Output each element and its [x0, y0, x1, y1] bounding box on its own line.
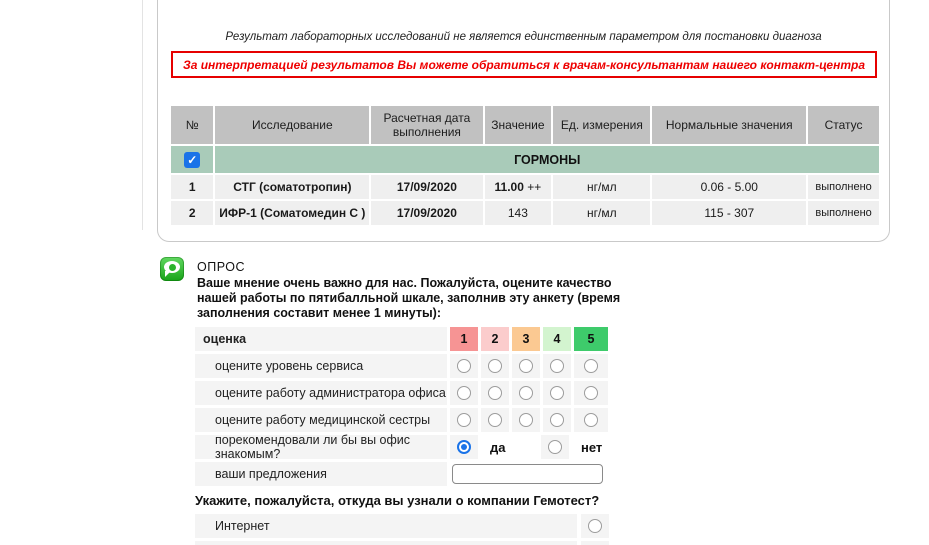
col-normal: Нормальные значения: [652, 106, 806, 144]
row-date: 17/09/2020: [371, 175, 482, 199]
value-flag: ++: [524, 180, 541, 194]
scale-5: 5: [574, 327, 608, 351]
scale-3: 3: [512, 327, 540, 351]
row-num: 1: [171, 175, 213, 199]
scale-1: 1: [450, 327, 478, 351]
survey-intro: Ваше мнение очень важно для нас. Пожалуй…: [197, 276, 629, 321]
value-number: 11.00: [495, 180, 524, 194]
recommend-row: порекомендовали ли бы вы офис знакомым? …: [195, 435, 615, 459]
row-units: нг/мл: [553, 175, 650, 199]
rating-label: оцените работу медицинской сестры: [195, 408, 447, 432]
radio-service-2[interactable]: [488, 359, 502, 373]
rating-row-service: оцените уровень сервиса: [195, 354, 615, 378]
row-test-name: СТГ (соматотропин): [215, 175, 369, 199]
disclaimer-text: Результат лабораторных исследований не я…: [158, 31, 889, 43]
source-question: Укажите, пожалуйста, откуда вы узнали о …: [195, 489, 615, 512]
results-card: Результат лабораторных исследований не я…: [157, 0, 890, 242]
rating-row-nurse: оцените работу медицинской сестры: [195, 408, 615, 432]
col-value: Значение: [485, 106, 552, 144]
source-option-label: Интернет: [195, 514, 577, 538]
group-row-hormones: ГОРМОНЫ: [171, 146, 879, 173]
scale-label: оценка: [195, 327, 447, 351]
row-num: 2: [171, 201, 213, 225]
radio-admin-4[interactable]: [550, 386, 564, 400]
page: Результат лабораторных исследований не я…: [0, 0, 929, 545]
warning-banner: За интерпретацией результатов Вы можете …: [171, 51, 877, 78]
col-status: Статус: [808, 106, 879, 144]
recommend-no-label: нет: [572, 435, 612, 459]
radio-nurse-1[interactable]: [457, 413, 471, 427]
radio-recommend-yes[interactable]: [457, 440, 471, 454]
left-divider: [142, 0, 143, 230]
survey-table: оценка 1 2 3 4 5 оцените уровень сервиса…: [195, 327, 615, 545]
row-value: 143: [485, 201, 552, 225]
row-value: 11.00 ++: [485, 175, 552, 199]
radio-service-4[interactable]: [550, 359, 564, 373]
radio-service-5[interactable]: [584, 359, 598, 373]
source-row-partial: [195, 541, 615, 545]
group-checkbox-cell: [171, 146, 213, 173]
suggestions-row: ваши предложения: [195, 462, 615, 486]
col-date: Расчетная дата выполнения: [371, 106, 482, 144]
row-normal: 115 - 307: [652, 201, 806, 225]
scale-header-row: оценка 1 2 3 4 5: [195, 327, 615, 351]
radio-nurse-5[interactable]: [584, 413, 598, 427]
row-date: 17/09/2020: [371, 201, 482, 225]
suggestions-input[interactable]: [452, 464, 603, 484]
radio-admin-5[interactable]: [584, 386, 598, 400]
group-label: ГОРМОНЫ: [514, 153, 580, 167]
suggestions-label: ваши предложения: [195, 462, 447, 486]
scale-4: 4: [543, 327, 571, 351]
table-row: 2 ИФР-1 (Соматомедин С ) 17/09/2020 143 …: [171, 201, 879, 225]
radio-nurse-3[interactable]: [519, 413, 533, 427]
rating-row-admin: оцените работу администратора офиса: [195, 381, 615, 405]
col-test: Исследование: [215, 106, 369, 144]
results-header-row: № Исследование Расчетная дата выполнения…: [171, 106, 879, 144]
survey-title: ОПРОС: [197, 260, 245, 274]
radio-admin-2[interactable]: [488, 386, 502, 400]
radio-nurse-4[interactable]: [550, 413, 564, 427]
group-label-cell: ГОРМОНЫ: [215, 146, 879, 173]
col-num: №: [171, 106, 213, 144]
results-table: № Исследование Расчетная дата выполнения…: [169, 104, 881, 227]
radio-source-internet[interactable]: [588, 519, 602, 533]
radio-service-1[interactable]: [457, 359, 471, 373]
radio-admin-1[interactable]: [457, 386, 471, 400]
recommend-yes-label: да: [481, 435, 538, 459]
warning-text: За интерпретацией результатов Вы можете …: [183, 58, 865, 72]
radio-admin-3[interactable]: [519, 386, 533, 400]
row-status: выполнено: [808, 175, 879, 199]
radio-nurse-2[interactable]: [488, 413, 502, 427]
source-row-internet: Интернет: [195, 514, 615, 538]
row-units: нг/мл: [553, 201, 650, 225]
row-test-name: ИФР-1 (Соматомедин С ): [215, 201, 369, 225]
col-units: Ед. измерения: [553, 106, 650, 144]
scale-2: 2: [481, 327, 509, 351]
chat-bubble-icon: [160, 257, 184, 281]
value-number: 143: [508, 206, 528, 220]
rating-label: оцените работу администратора офиса: [195, 381, 447, 405]
rating-label: оцените уровень сервиса: [195, 354, 447, 378]
radio-service-3[interactable]: [519, 359, 533, 373]
group-checkbox[interactable]: [184, 152, 200, 168]
table-row: 1 СТГ (соматотропин) 17/09/2020 11.00 ++…: [171, 175, 879, 199]
radio-recommend-no[interactable]: [548, 440, 562, 454]
row-normal: 0.06 - 5.00: [652, 175, 806, 199]
row-status: выполнено: [808, 201, 879, 225]
recommend-question: порекомендовали ли бы вы офис знакомым?: [195, 435, 447, 459]
